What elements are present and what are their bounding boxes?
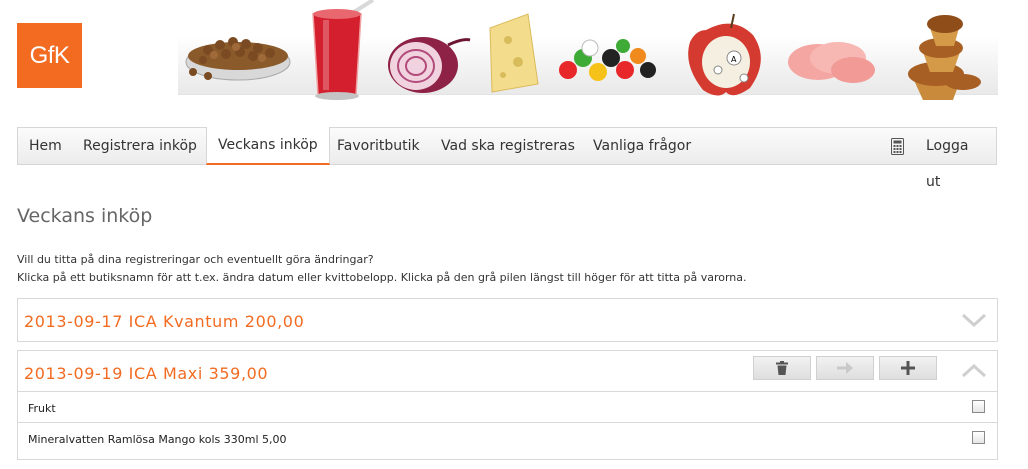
dog-food-icon (185, 37, 291, 81)
add-item-button[interactable] (879, 356, 937, 380)
nav-item-favoritbutik[interactable]: Favoritbutik (326, 128, 431, 164)
purchase-panel: 2013-09-17 ICA Kvantum 200,00 (17, 298, 998, 342)
gfk-logo[interactable]: GfK (17, 23, 82, 88)
nav-item-veckans-inkop[interactable]: Veckans inköp (206, 127, 330, 165)
product-banner: A (178, 0, 998, 110)
item-checkbox[interactable] (972, 400, 985, 413)
page-title: Veckans inköp (17, 205, 153, 227)
svg-text:A: A (731, 55, 737, 64)
intro-text-line1: Vill du titta på dina registreringar och… (17, 253, 374, 266)
red-drink-icon (312, 0, 375, 100)
item-checkbox[interactable] (972, 431, 985, 444)
cheese-icon (489, 13, 539, 93)
purchase-title-link[interactable]: 2013-09-17 ICA Kvantum 200,00 (24, 312, 304, 331)
logout-link[interactable]: Logga ut (915, 128, 996, 190)
nav-item-registrera-inkop[interactable]: Registrera inköp (72, 128, 208, 164)
list-item: Mineralvatten Ramlösa Mango kols 330ml 5… (18, 422, 997, 453)
candy-icon (559, 39, 656, 81)
calculator-icon[interactable] (891, 138, 904, 155)
trash-icon (776, 361, 788, 375)
item-label: Mineralvatten Ramlösa Mango kols 330ml 5… (28, 433, 287, 446)
logo-text: GfK (29, 41, 70, 69)
muffins-icon (908, 15, 981, 100)
chevron-down-icon[interactable] (961, 313, 987, 327)
red-onion-icon (388, 37, 471, 93)
arrow-right-icon (837, 362, 853, 374)
list-item: Frukt (18, 391, 997, 422)
chevron-up-icon[interactable] (961, 364, 987, 378)
nav-item-hem[interactable]: Hem (18, 128, 73, 164)
nav-item-vad-ska-registreras[interactable]: Vad ska registreras (430, 128, 586, 164)
intro-text-line2: Klicka på ett butiksnamn för att t.ex. ä… (17, 271, 747, 284)
purchase-panel: 2013-09-19 ICA Maxi 359,00 Frukt Mineral… (17, 350, 998, 460)
plus-icon (901, 361, 915, 375)
apple-icon: A (688, 13, 761, 96)
main-nav: Hem Registrera inköp Veckans inköp Favor… (17, 127, 997, 190)
purchase-title-link[interactable]: 2013-09-19 ICA Maxi 359,00 (24, 364, 268, 383)
delete-button[interactable] (753, 356, 811, 380)
item-label: Frukt (28, 402, 56, 415)
move-button[interactable] (816, 356, 874, 380)
nav-item-vanliga-fragor[interactable]: Vanliga frågor (582, 128, 702, 164)
ham-slices-icon (788, 42, 875, 83)
